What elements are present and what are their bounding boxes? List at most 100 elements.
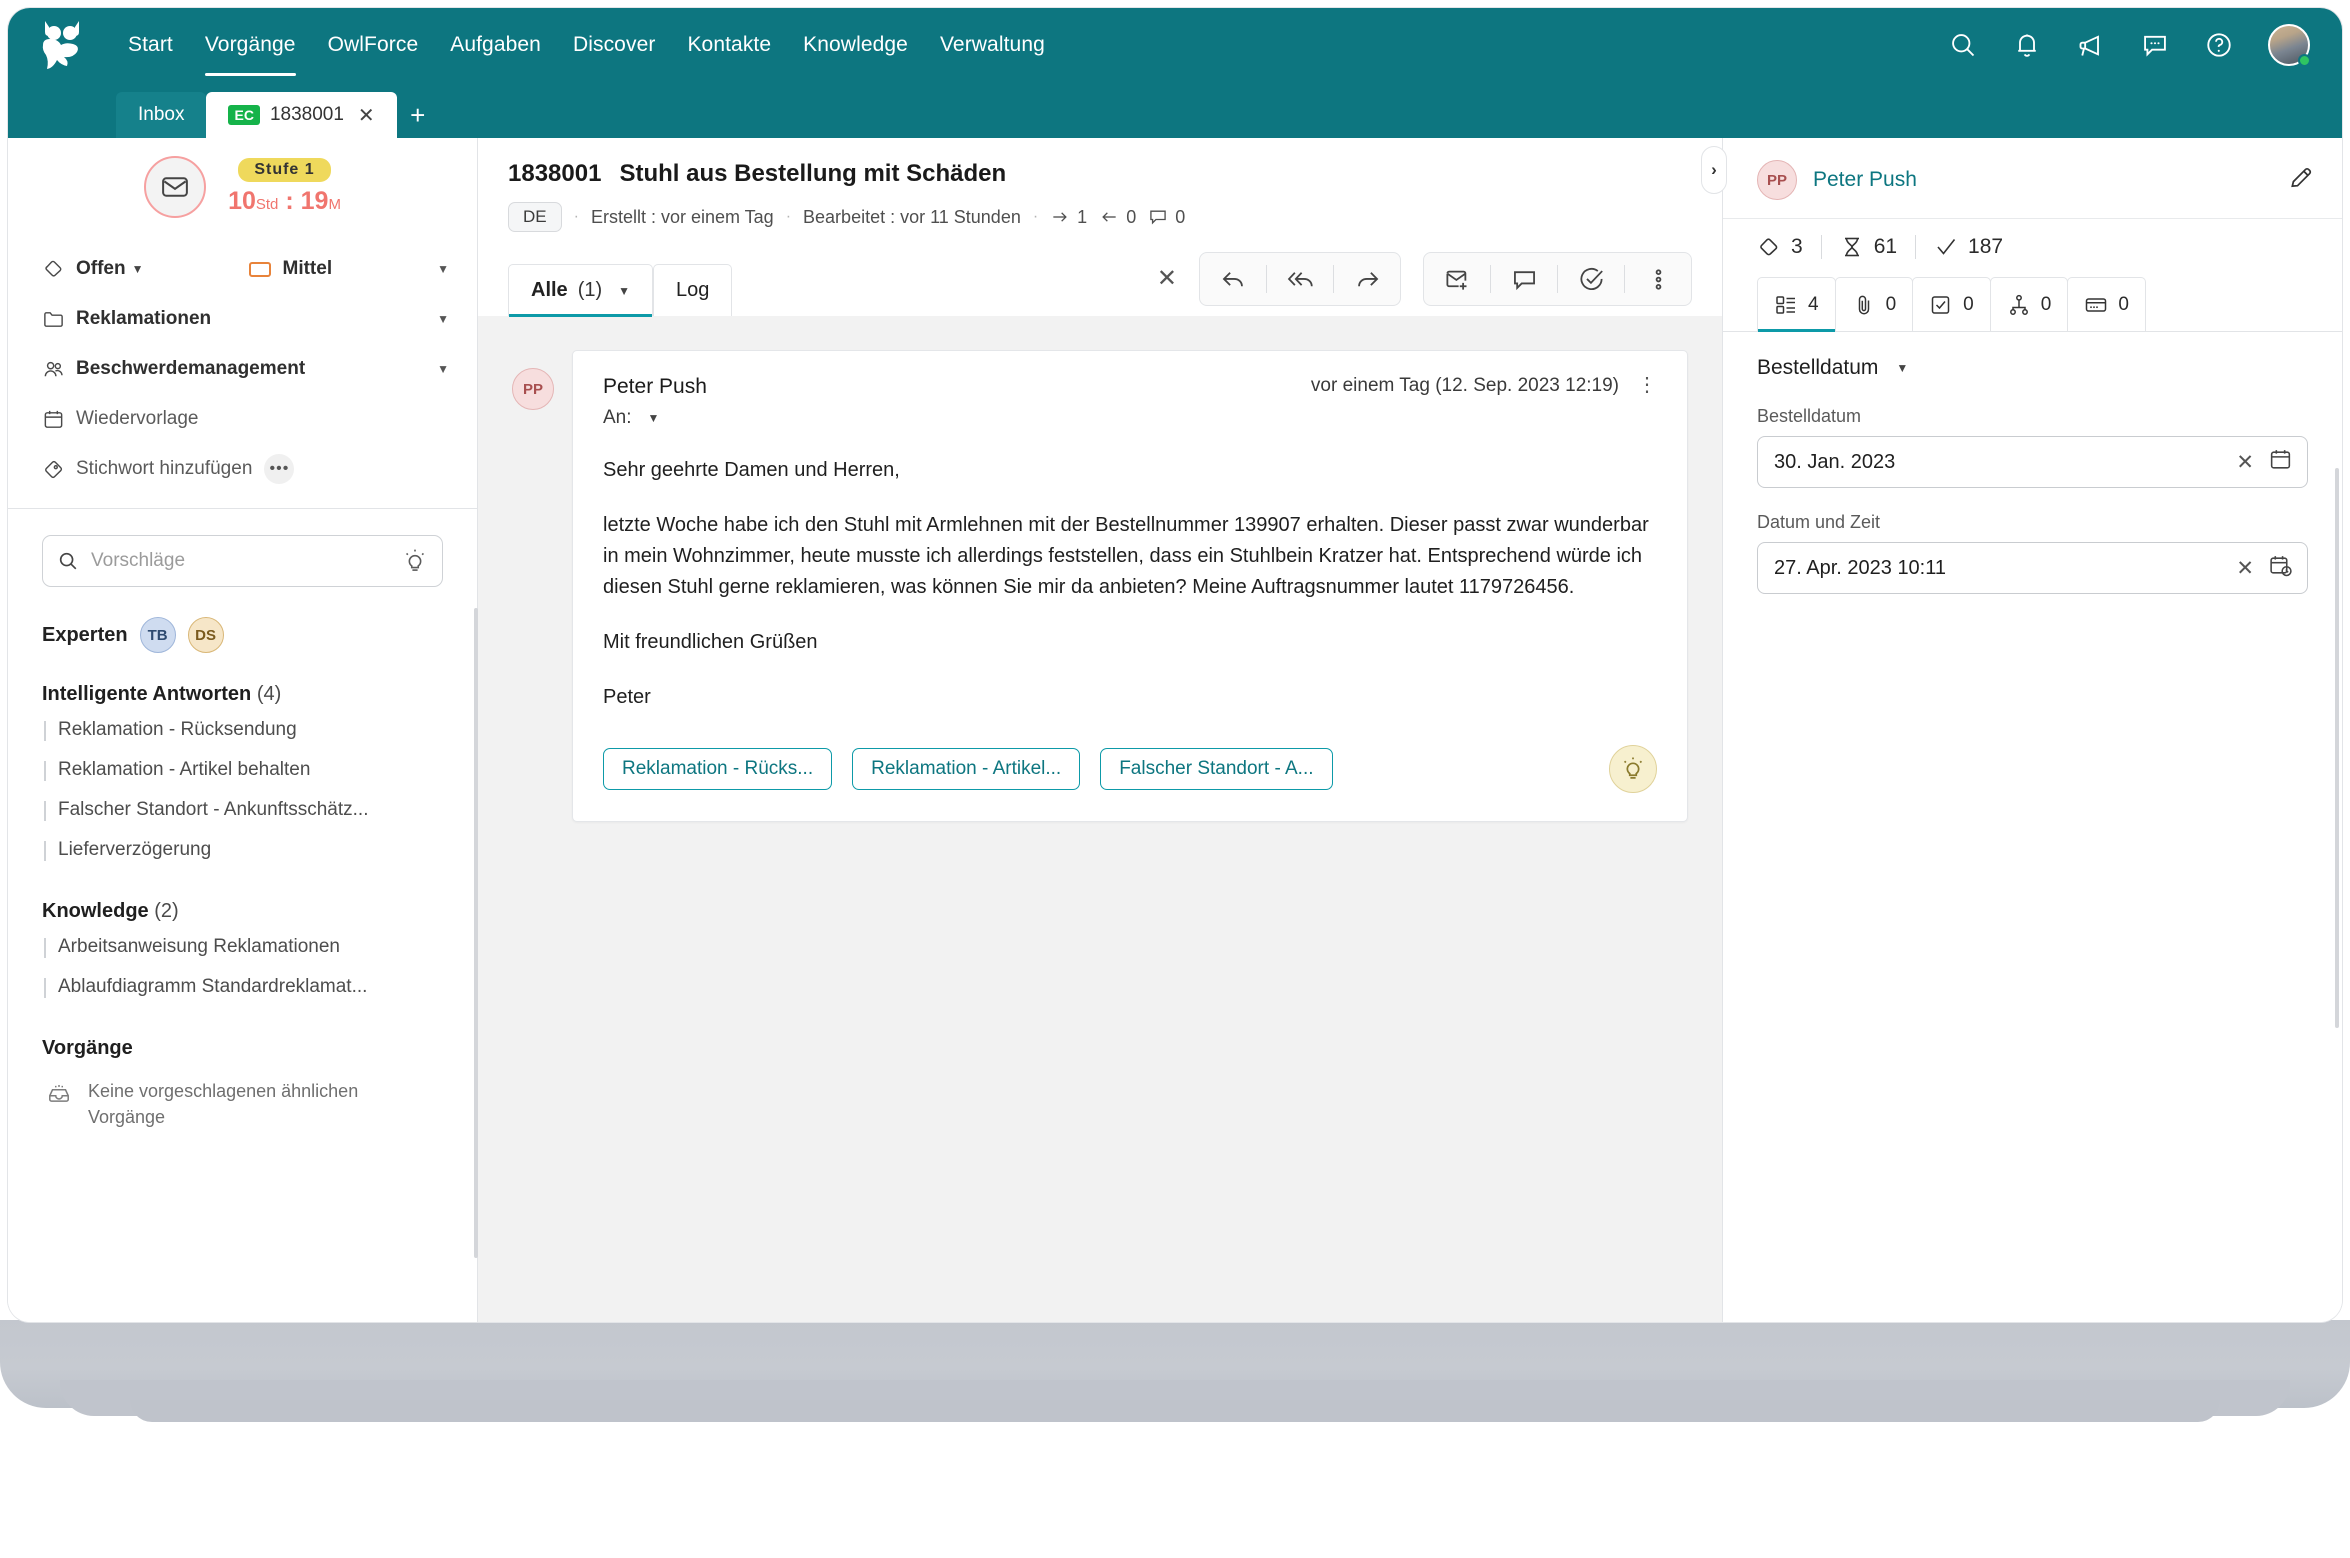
- date-input[interactable]: 30. Jan. 2023 ✕: [1757, 436, 2308, 488]
- expert-avatar-ds[interactable]: DS: [188, 617, 224, 653]
- calendar-icon[interactable]: [2268, 447, 2293, 477]
- chevron-down-icon[interactable]: ▼: [437, 312, 449, 326]
- bell-icon[interactable]: [2012, 30, 2042, 60]
- owl-logo-icon[interactable]: [26, 19, 98, 71]
- list-item[interactable]: Falscher Standort - Ankunftsschätz...: [8, 790, 477, 830]
- datetime-input[interactable]: 27. Apr. 2023 10:11 ✕: [1757, 542, 2308, 594]
- nav-item-vorgaenge[interactable]: Vorgänge: [189, 27, 312, 63]
- lightbulb-icon[interactable]: [1609, 745, 1657, 793]
- lightbulb-icon[interactable]: [402, 548, 428, 574]
- nav-item-verwaltung[interactable]: Verwaltung: [924, 27, 1061, 63]
- clear-icon[interactable]: ✕: [2236, 452, 2254, 473]
- sidebar-item-beschwerdemanagement[interactable]: Beschwerdemanagement ▼: [42, 344, 449, 394]
- message-card[interactable]: Peter Push An: ▼ vor einem Tag (12. Sep.…: [572, 350, 1688, 822]
- nav-item-discover[interactable]: Discover: [557, 27, 671, 63]
- clear-icon[interactable]: ✕: [2236, 558, 2254, 579]
- search-box[interactable]: [42, 535, 443, 587]
- tab-relations[interactable]: 0: [1990, 277, 2069, 331]
- tab-tasks[interactable]: 0: [1912, 277, 1991, 331]
- add-tab-button[interactable]: +: [397, 92, 439, 138]
- reply-icon[interactable]: [1200, 253, 1266, 305]
- secondary-action-group: [1423, 252, 1692, 306]
- more-options-icon[interactable]: •••: [264, 454, 294, 484]
- nav-item-knowledge[interactable]: Knowledge: [787, 27, 924, 63]
- edit-icon[interactable]: [2288, 165, 2314, 196]
- divider: [1915, 235, 1916, 259]
- chat-icon[interactable]: [2140, 30, 2170, 60]
- message-recipients[interactable]: An: ▼: [603, 407, 707, 429]
- workspace-tab-strip: Inbox EC 1838001 ✕ +: [8, 82, 2342, 138]
- suggested-reply-chip[interactable]: Reklamation - Rücks...: [603, 748, 832, 790]
- sidebar-item-status[interactable]: Offen ▼ Mittel ▼: [42, 244, 449, 294]
- avatar[interactable]: [2268, 24, 2310, 66]
- megaphone-icon[interactable]: [2076, 30, 2106, 60]
- more-icon[interactable]: [1625, 253, 1691, 305]
- nav-item-kontakte[interactable]: Kontakte: [671, 27, 787, 63]
- tab-fields[interactable]: 4: [1757, 277, 1836, 331]
- list-item[interactable]: Lieferverzögerung: [8, 830, 477, 870]
- suggested-reply-chip[interactable]: Falscher Standort - A...: [1100, 748, 1332, 790]
- tab-ticket-1838001[interactable]: EC 1838001 ✕: [206, 92, 396, 138]
- tab-attachments[interactable]: 0: [1835, 277, 1914, 331]
- panel-scrollbar[interactable]: [2335, 468, 2339, 1028]
- close-icon[interactable]: ✕: [1157, 267, 1177, 291]
- tag-add-icon: [42, 458, 76, 481]
- ticket-subject: Stuhl aus Bestellung mit Schäden: [619, 160, 1006, 188]
- forward-icon[interactable]: [1334, 253, 1400, 305]
- expert-avatar-tb[interactable]: TB: [140, 617, 176, 653]
- sidebar-scrollbar[interactable]: [474, 608, 478, 1258]
- suggested-reply-chip[interactable]: Reklamation - Artikel...: [852, 748, 1080, 790]
- tab-inbox-label: Inbox: [138, 104, 184, 126]
- help-icon[interactable]: [2204, 30, 2234, 60]
- resolve-icon[interactable]: [1558, 253, 1624, 305]
- tab-count: 4: [1808, 294, 1819, 316]
- knowledge-heading: Knowledge (2): [8, 870, 477, 927]
- field-label: Datum und Zeit: [1757, 512, 2308, 533]
- calendar-clock-icon[interactable]: [2268, 553, 2293, 583]
- priority-group[interactable]: Mittel: [249, 258, 333, 280]
- chevron-down-icon[interactable]: ▼: [437, 362, 449, 376]
- field-value: 30. Jan. 2023: [1774, 451, 2222, 474]
- top-icon-bar: [1948, 24, 2342, 66]
- outbound-count: 1: [1050, 207, 1087, 228]
- calendar-icon: [42, 408, 76, 431]
- new-mail-icon[interactable]: [1424, 253, 1490, 305]
- workspace: Stufe 1 10Std : 19M Offen: [8, 138, 2342, 1322]
- chevron-right-icon[interactable]: ›: [1701, 146, 1727, 194]
- search-icon[interactable]: [1948, 30, 1978, 60]
- field-group-toggle[interactable]: Bestelldatum ▼: [1757, 356, 2308, 380]
- chevron-down-icon[interactable]: ▼: [648, 411, 660, 425]
- close-icon[interactable]: ✕: [358, 103, 375, 128]
- note-icon[interactable]: [1491, 253, 1557, 305]
- ticket-header: 1838001 Stuhl aus Bestellung mit Schäden…: [478, 138, 1722, 316]
- nav-item-start[interactable]: Start: [112, 27, 189, 63]
- tab-log[interactable]: Log: [653, 264, 732, 316]
- message-header: Peter Push An: ▼ vor einem Tag (12. Sep.…: [603, 375, 1657, 429]
- sidebar-item-wiedervorlage[interactable]: Wiedervorlage: [42, 394, 449, 444]
- right-panel: › PP Peter Push 3 61: [1722, 138, 2342, 1322]
- nav-item-aufgaben[interactable]: Aufgaben: [434, 27, 557, 63]
- reply-action-group: [1199, 252, 1401, 306]
- list-item[interactable]: Reklamation - Rücksendung: [8, 710, 477, 750]
- nav-item-owlforce[interactable]: OwlForce: [312, 27, 435, 63]
- chevron-down-icon[interactable]: ▼: [437, 262, 449, 276]
- search-input[interactable]: [91, 550, 390, 572]
- contact-name[interactable]: Peter Push: [1813, 168, 1917, 192]
- sidebar-item-reklamationen[interactable]: Reklamationen ▼: [42, 294, 449, 344]
- chevron-down-icon[interactable]: ▼: [1896, 361, 1908, 375]
- list-item[interactable]: Ablaufdiagramm Standardreklamat...: [8, 967, 477, 1007]
- list-item[interactable]: Reklamation - Artikel behalten: [8, 750, 477, 790]
- inbox-empty-icon: [46, 1080, 72, 1106]
- meta-separator: ·: [574, 208, 579, 226]
- tab-alle[interactable]: Alle (1) ▼: [508, 264, 653, 316]
- reply-all-icon[interactable]: [1267, 253, 1333, 305]
- chevron-down-icon[interactable]: ▼: [618, 284, 630, 298]
- chevron-down-icon[interactable]: ▼: [132, 262, 144, 276]
- status-label: Offen: [76, 258, 126, 280]
- more-icon[interactable]: ⋮: [1637, 375, 1657, 395]
- tab-inbox[interactable]: Inbox: [116, 92, 206, 138]
- message-thread: PP Peter Push An: ▼ vor ei: [478, 316, 1722, 1322]
- sidebar-item-stichwort[interactable]: Stichwort hinzufügen •••: [42, 444, 449, 494]
- tab-cards[interactable]: 0: [2067, 277, 2146, 331]
- list-item[interactable]: Arbeitsanweisung Reklamationen: [8, 927, 477, 967]
